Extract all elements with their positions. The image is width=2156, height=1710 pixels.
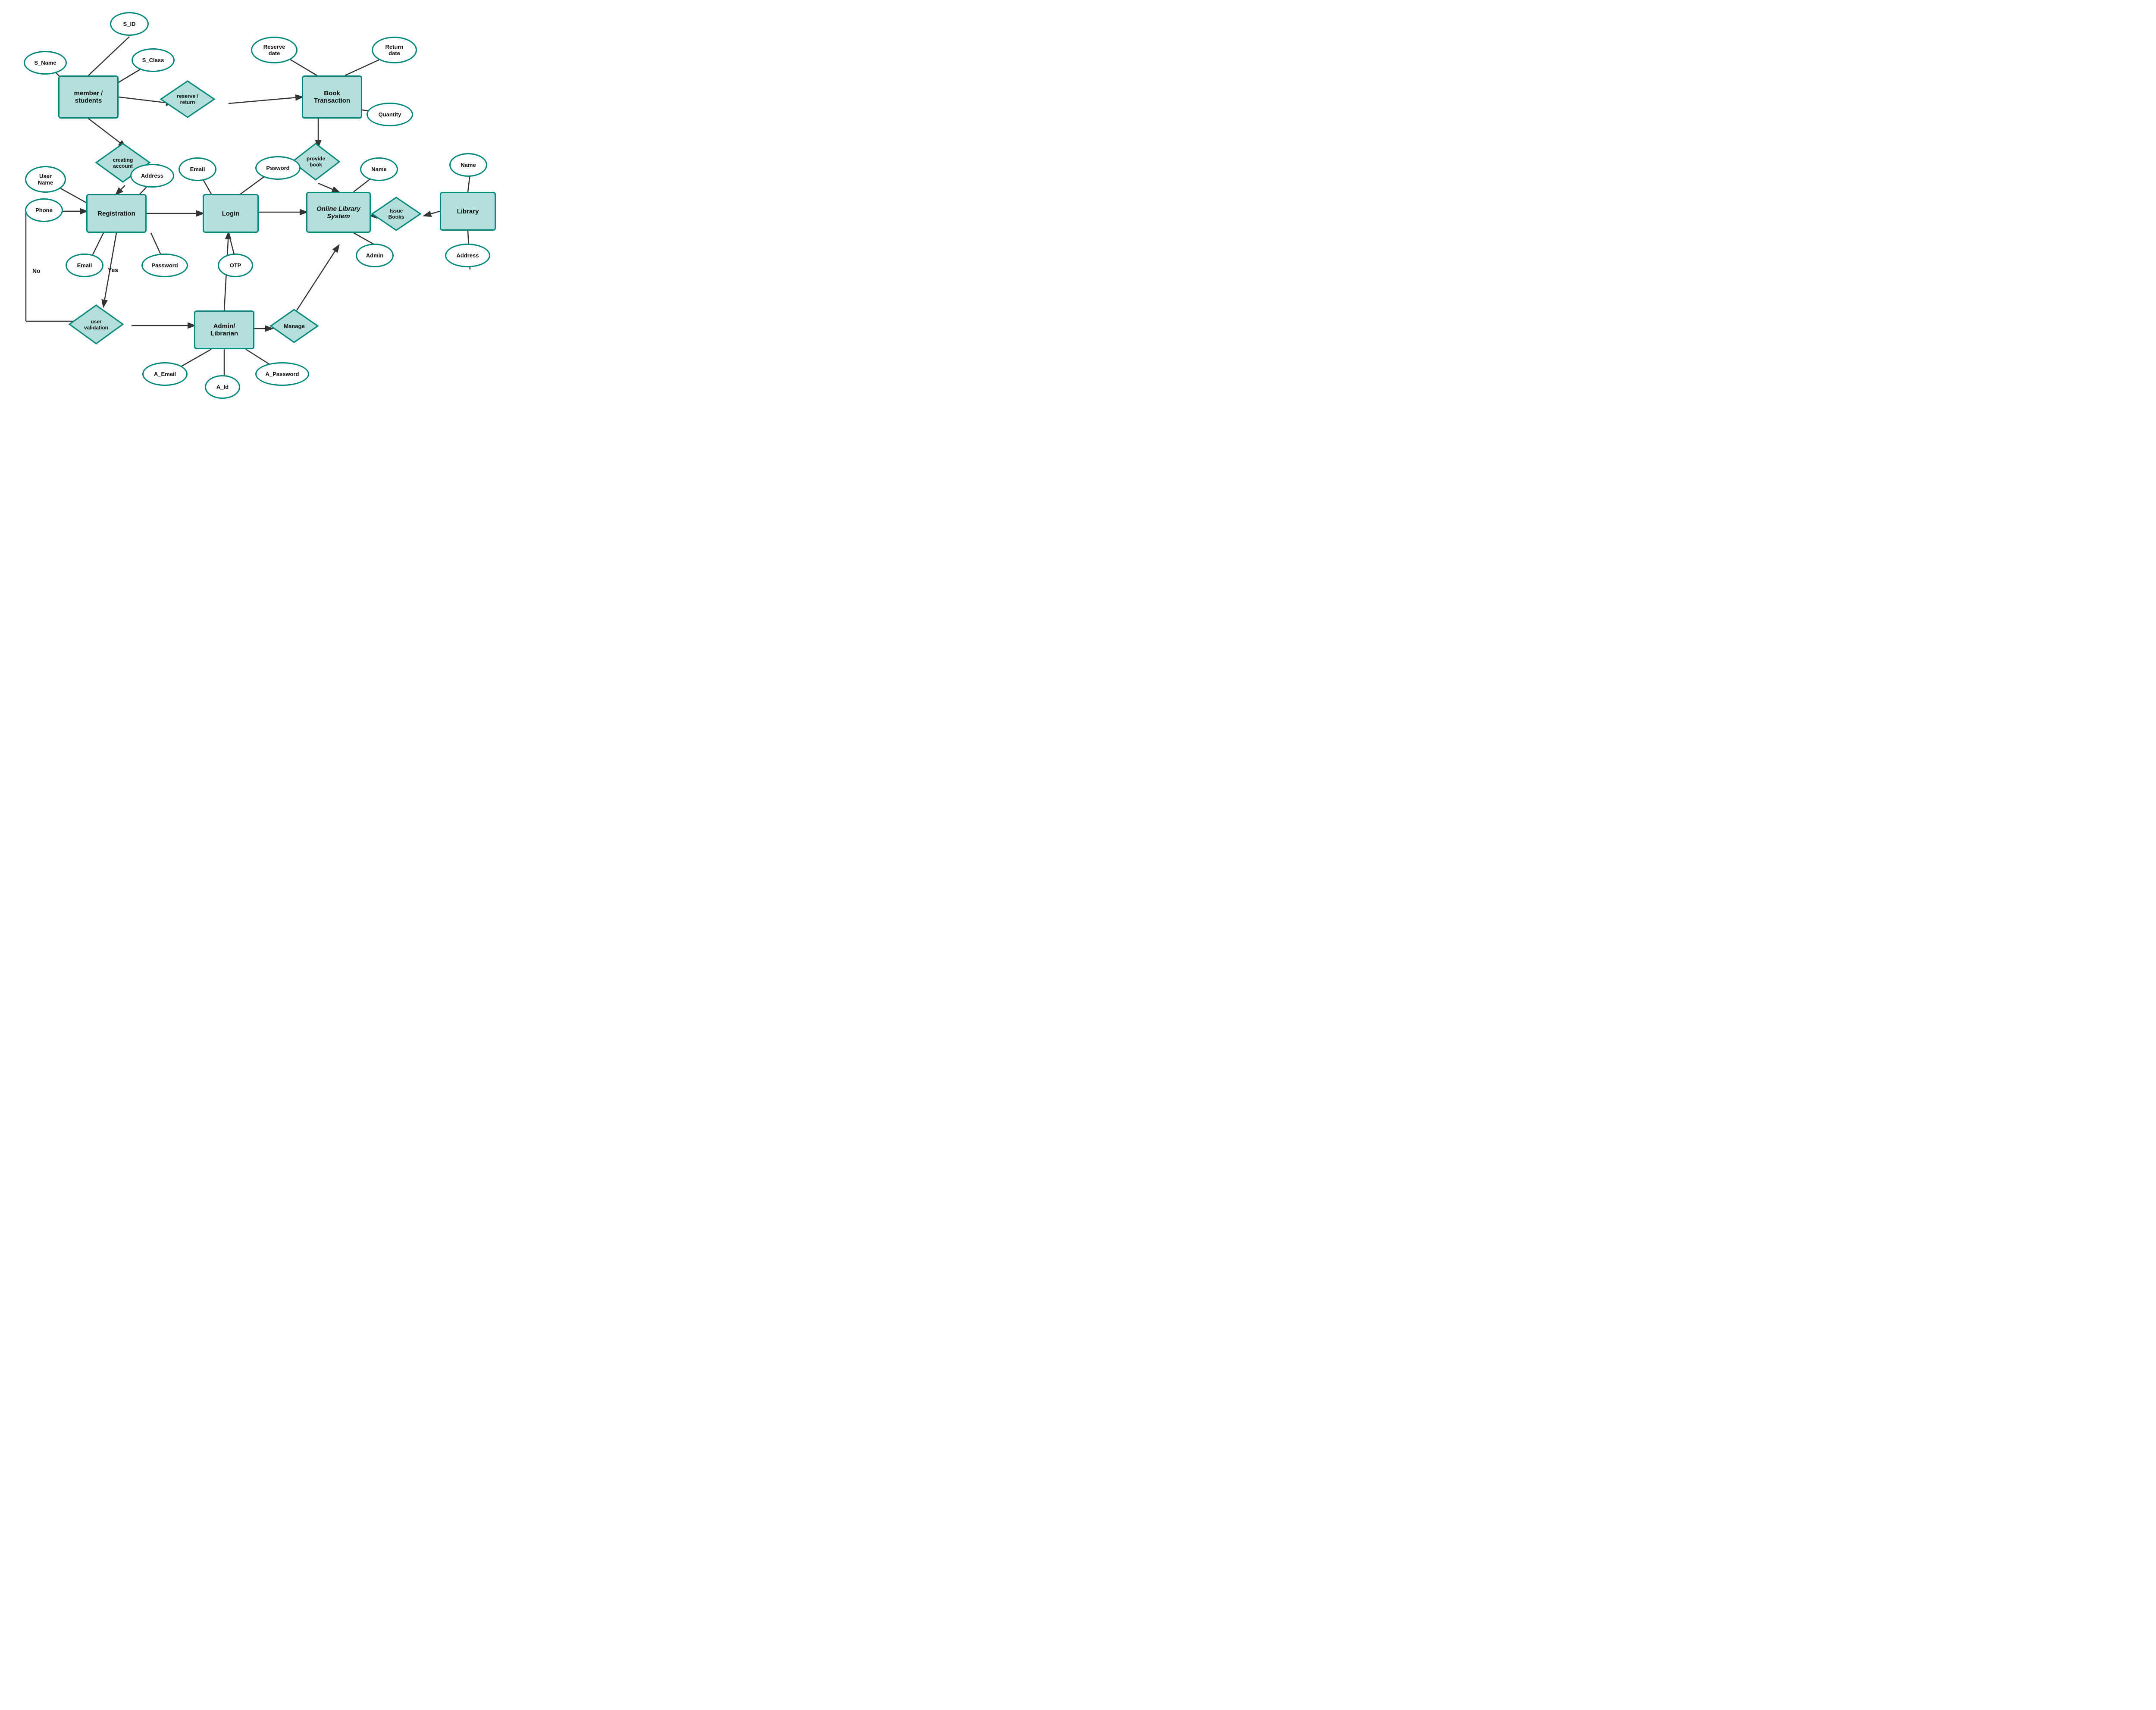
attr-s-id: S_ID	[110, 12, 149, 36]
rel-provide-book: providebook	[291, 142, 341, 181]
attr-quantity: Quantity	[367, 103, 413, 126]
attr-email-reg: Email	[66, 254, 103, 277]
attr-a-email: A_Email	[142, 362, 188, 386]
entity-login: Login	[203, 194, 259, 233]
attr-a-password: A_Password	[255, 362, 309, 386]
attr-pssword: Pssword	[255, 156, 301, 180]
entity-admin-librarian: Admin/Librarian	[194, 310, 254, 349]
attr-address: Address	[130, 164, 174, 188]
attr-admin: Admin	[356, 244, 394, 267]
entity-registration: Registration	[86, 194, 147, 233]
entity-member: member /students	[58, 75, 119, 119]
attr-otp: OTP	[218, 254, 253, 277]
rel-reserve-return: reserve /return	[160, 80, 216, 119]
rel-user-validation: uservalidation	[68, 304, 124, 345]
attr-name-library: Name	[449, 153, 487, 177]
rel-issue-books: IssueBooks	[371, 196, 422, 232]
attr-a-id: A_Id	[205, 375, 240, 399]
attr-reserve-date: Reservedate	[251, 37, 298, 63]
label-no: No	[32, 267, 41, 274]
entity-library: Library	[440, 192, 496, 231]
rel-manage: Manage	[270, 308, 319, 344]
attr-return-date: Returndate	[372, 37, 417, 63]
entity-book-transaction: BookTransaction	[302, 75, 362, 119]
attr-password: Password	[141, 254, 188, 277]
attr-phone: Phone	[25, 198, 63, 222]
attr-s-class: S_Class	[132, 48, 175, 72]
attr-email: Email	[179, 157, 216, 181]
attr-address-lib: Address	[445, 244, 490, 267]
attr-name-lib: Name	[360, 157, 398, 181]
label-yes: Yes	[108, 266, 118, 273]
er-diagram: member /students BookTransaction Registr…	[0, 0, 539, 417]
entity-online-library: Online LibrarySystem	[306, 192, 371, 233]
attr-s-name: S_Name	[24, 51, 67, 75]
attr-user-name: UserName	[25, 166, 66, 193]
